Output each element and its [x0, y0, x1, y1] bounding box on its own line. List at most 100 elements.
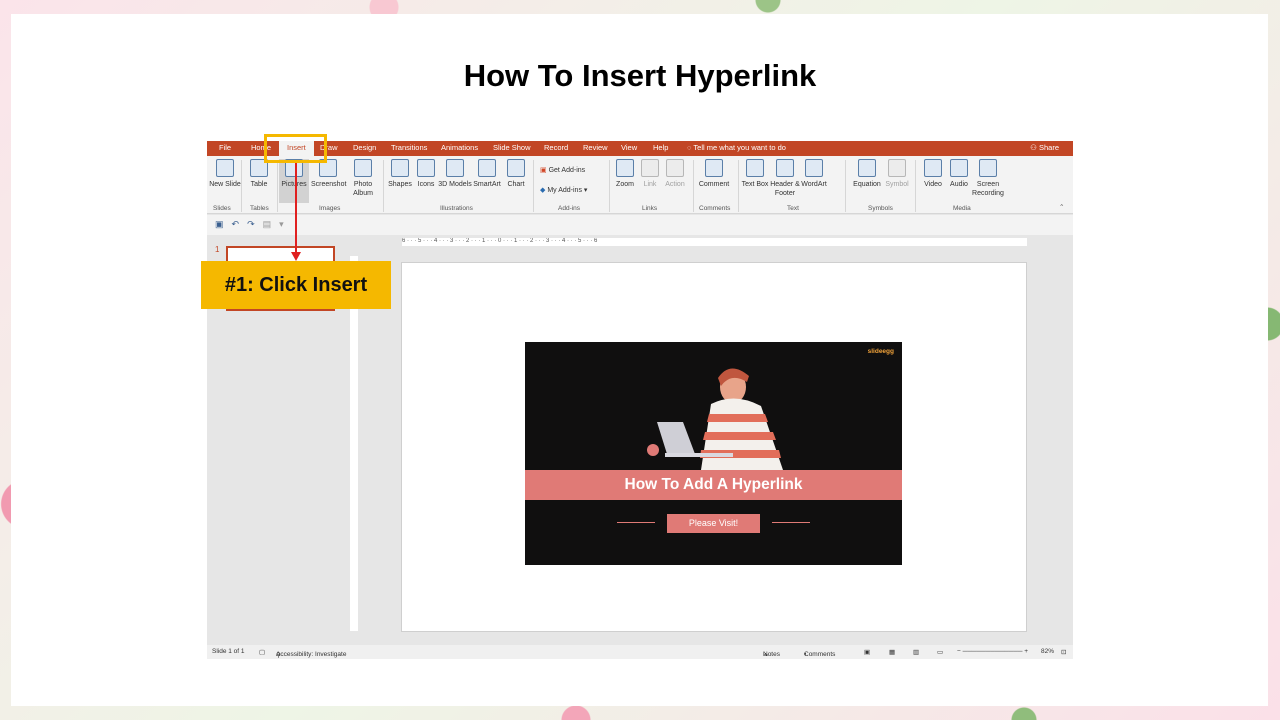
- header-footer-label: Header & Footer: [770, 181, 800, 197]
- spellcheck-icon[interactable]: ▢: [259, 648, 265, 656]
- format-painter-icon[interactable]: ▤: [263, 219, 280, 229]
- group-label-addins: Add-ins: [558, 205, 581, 212]
- icons-icon: [417, 159, 435, 177]
- group-label-illustrations: Illustrations: [440, 205, 473, 212]
- fit-to-window-icon[interactable]: ⊡: [1061, 648, 1066, 656]
- tab-transitions[interactable]: Transitions: [391, 143, 427, 152]
- video-label: Video: [924, 181, 942, 188]
- accessibility-label: Accessibility: Investigate: [276, 651, 347, 658]
- smartart-label: SmartArt: [473, 181, 501, 188]
- comment-button[interactable]: Comment: [697, 159, 731, 189]
- star-icon: [666, 159, 684, 177]
- symbol-label: Symbol: [885, 181, 909, 188]
- chart-icon: [507, 159, 525, 177]
- symbol-button[interactable]: Symbol: [880, 159, 914, 189]
- chart-label: Chart: [507, 181, 525, 188]
- slide-counter: Slide 1 of 1: [212, 648, 245, 655]
- screenshot-label: Screenshot: [311, 181, 347, 188]
- tab-design[interactable]: Design: [353, 143, 376, 152]
- divider: [617, 522, 655, 523]
- 3d-models-button[interactable]: 3D Models: [438, 159, 472, 189]
- action-button[interactable]: Action: [658, 159, 692, 189]
- screen-recording-icon: [979, 159, 997, 177]
- redo-icon[interactable]: ↷: [247, 219, 263, 229]
- group-label-slides: Slides: [213, 205, 231, 212]
- insert-ribbon: New Slide Table Pictures Screenshot Phot…: [207, 156, 1073, 214]
- equation-label: Equation: [853, 181, 881, 188]
- please-visit-button[interactable]: Please Visit!: [667, 514, 760, 533]
- new-slide-button[interactable]: New Slide: [208, 159, 242, 189]
- tell-me-search[interactable]: ◌ Tell me what you want to do: [687, 143, 786, 152]
- zoom-icon: [616, 159, 634, 177]
- screenshot-button[interactable]: Screenshot: [311, 159, 347, 189]
- normal-view-icon[interactable]: ▣: [864, 648, 870, 656]
- photo-album-label: Photo Album: [353, 181, 373, 197]
- group-label-text: Text: [787, 205, 799, 212]
- insert-tab-highlight: [264, 134, 327, 163]
- equation-button[interactable]: Equation: [850, 159, 884, 189]
- pictures-button[interactable]: Pictures: [279, 159, 309, 203]
- person-laptop-illustration: [647, 368, 783, 470]
- customize-toolbar-icon[interactable]: ▾: [279, 219, 292, 229]
- divider: [772, 522, 810, 523]
- header-footer-icon: [776, 159, 794, 177]
- tab-review[interactable]: Review: [583, 143, 608, 152]
- my-addins-button[interactable]: ◆ My Add-ins ▾: [540, 186, 587, 194]
- cube-icon: [446, 159, 464, 177]
- step-callout: #1: Click Insert: [201, 261, 391, 309]
- share-label: Share: [1038, 143, 1059, 152]
- tab-help[interactable]: Help: [653, 143, 668, 152]
- undo-icon[interactable]: ↶: [232, 219, 248, 229]
- chevron-down-icon: ▾: [581, 187, 588, 194]
- text-box-button[interactable]: Text Box: [738, 159, 772, 189]
- text-box-label: Text Box: [741, 181, 769, 188]
- store-icon: ▣: [540, 167, 549, 174]
- group-label-media: Media: [953, 205, 971, 212]
- wordart-icon: [805, 159, 823, 177]
- video-icon: [924, 159, 942, 177]
- smartart-icon: [478, 159, 496, 177]
- photo-album-icon: [354, 159, 372, 177]
- table-button[interactable]: Table: [242, 159, 276, 189]
- reading-view-icon[interactable]: ▥: [913, 648, 919, 656]
- comment-label: Comment: [698, 181, 730, 188]
- collapse-ribbon-icon[interactable]: ⌃: [1059, 203, 1064, 211]
- chart-button[interactable]: Chart: [499, 159, 533, 189]
- horizontal-ruler: 6 · · · 5 · · · 4 · · · 3 · · · 2 · · · …: [402, 238, 1027, 246]
- tab-record[interactable]: Record: [544, 143, 568, 152]
- group-label-images: Images: [319, 205, 341, 212]
- screen-recording-button[interactable]: Screen Recording: [971, 159, 1005, 198]
- tab-animations[interactable]: Animations: [441, 143, 478, 152]
- text-box-icon: [746, 159, 764, 177]
- tab-file[interactable]: File: [219, 143, 231, 152]
- slideshow-icon[interactable]: ▭: [937, 648, 943, 656]
- zoom-level[interactable]: 82%: [1041, 648, 1054, 655]
- link-label: Link: [643, 181, 657, 188]
- audio-label: Audio: [950, 181, 968, 188]
- 3d-models-label: 3D Models: [438, 181, 472, 188]
- tab-slide-show[interactable]: Slide Show: [493, 143, 531, 152]
- comments-label: Comments: [804, 651, 836, 658]
- link-icon: [641, 159, 659, 177]
- group-separator: [693, 160, 694, 212]
- omega-icon: [888, 159, 906, 177]
- notes-label: Notes: [763, 651, 780, 658]
- group-label-comments: Comments: [699, 205, 731, 212]
- page-title: How To Insert Hyperlink: [463, 58, 817, 93]
- group-label-symbols: Symbols: [868, 205, 893, 212]
- zoom-slider[interactable]: − ───────────── +: [957, 648, 1028, 655]
- get-addins-label: Get Add-ins: [548, 167, 586, 174]
- get-addins-button[interactable]: ▣ Get Add-ins: [540, 166, 585, 174]
- embedded-slide-preview: slideegg How To Add A Hyperlink Please V…: [525, 342, 902, 565]
- save-icon[interactable]: ▣: [215, 219, 232, 229]
- slide-sorter-icon[interactable]: ▦: [889, 648, 895, 656]
- wordart-button[interactable]: WordArt: [797, 159, 831, 189]
- tab-view[interactable]: View: [621, 143, 637, 152]
- photo-album-button[interactable]: Photo Album: [346, 159, 380, 198]
- group-label-links: Links: [642, 205, 658, 212]
- group-separator: [533, 160, 534, 212]
- tell-me-label: Tell me what you want to do: [693, 143, 786, 152]
- share-button[interactable]: ⚇ Share: [1030, 143, 1059, 152]
- group-label-tables: Tables: [250, 205, 269, 212]
- group-separator: [845, 160, 846, 212]
